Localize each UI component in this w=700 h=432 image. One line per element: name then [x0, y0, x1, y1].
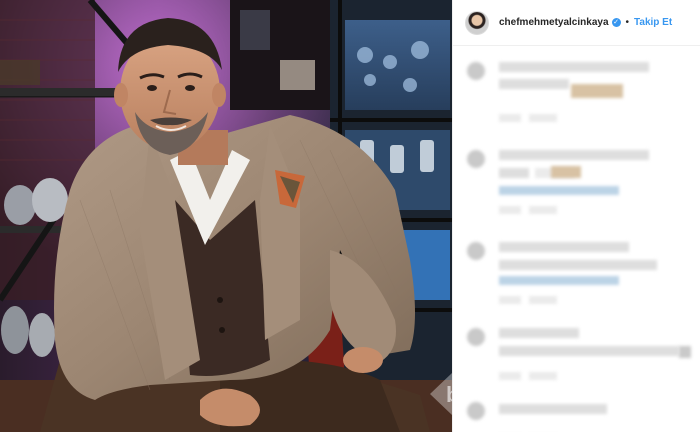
username-link[interactable]: chefmehmetyalcinkaya — [499, 17, 609, 28]
post-photo[interactable]: b — [0, 0, 452, 432]
separator: • — [625, 17, 630, 28]
post-header: chefmehmetyalcinkaya ✓ • Takip Et — [453, 0, 700, 46]
follow-button[interactable]: Takip Et — [634, 17, 672, 28]
avatar[interactable] — [465, 10, 489, 35]
post-sidebar: chefmehmetyalcinkaya ✓ • Takip Et — [452, 0, 700, 432]
post-image — [0, 0, 452, 432]
verified-badge-icon: ✓ — [611, 18, 621, 27]
watermark-logo-icon: b — [430, 372, 452, 416]
